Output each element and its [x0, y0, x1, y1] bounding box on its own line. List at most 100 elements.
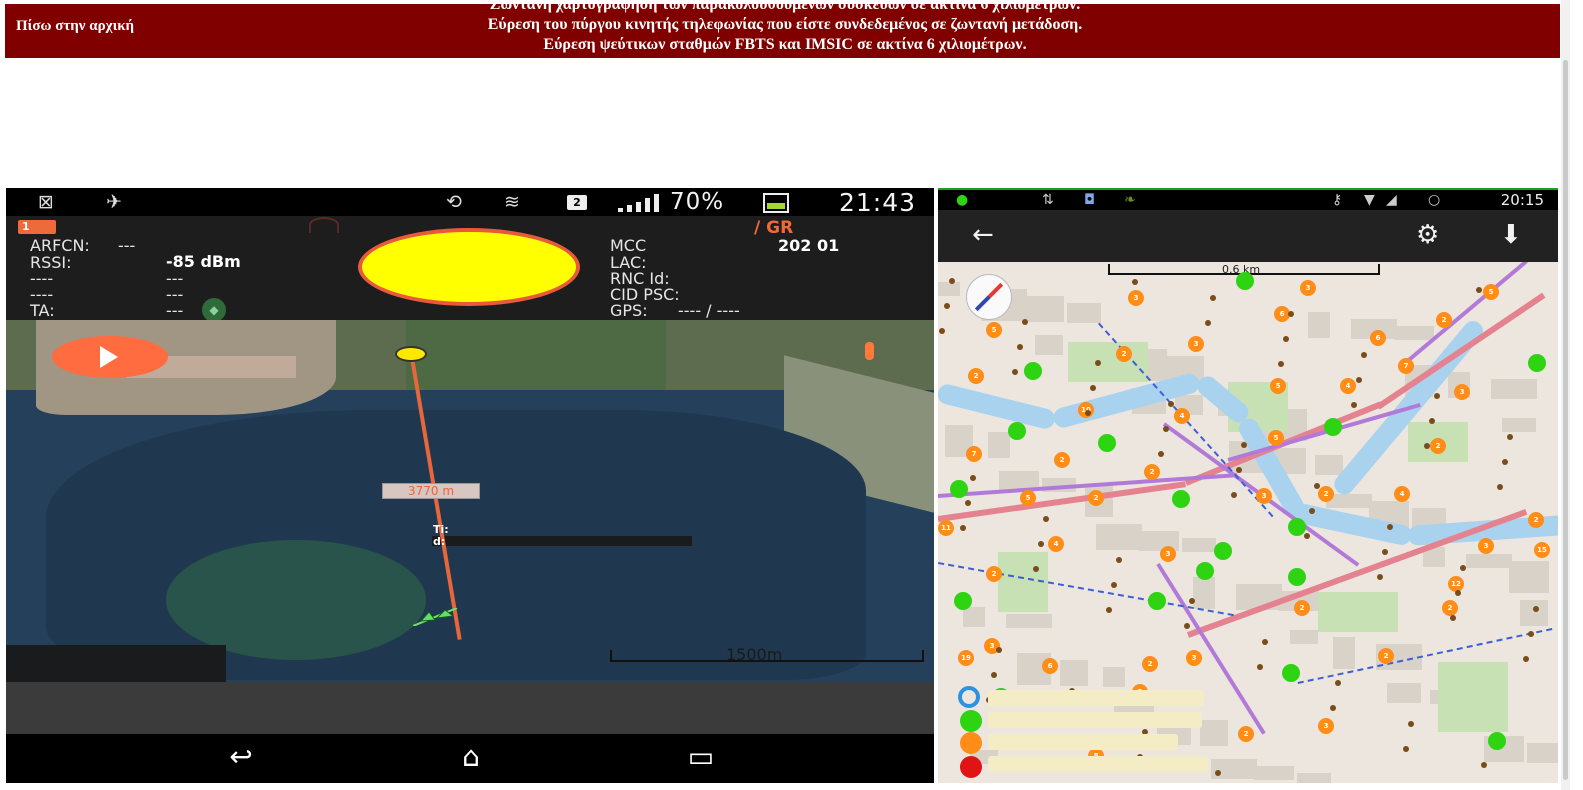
device-cluster-pin[interactable]: 2 — [1294, 600, 1310, 616]
poi-dot — [1408, 721, 1414, 727]
city-block — [1096, 524, 1142, 550]
nav-home-icon[interactable]: ⌂ — [436, 742, 506, 772]
menu-dots-icon[interactable] — [865, 342, 874, 360]
poi-dot — [1111, 582, 1117, 588]
device-cluster-pin[interactable]: 4 — [1048, 536, 1064, 552]
device-cluster-pin[interactable]: 2 — [1142, 656, 1158, 672]
city-map[interactable]: 0.6 km 335562362721045437225224311432523… — [938, 262, 1558, 783]
river-segment — [938, 382, 1057, 431]
device-cluster-pin[interactable]: 2 — [1054, 452, 1070, 468]
poi-dot — [1382, 549, 1388, 555]
device-cluster-pin[interactable]: 5 — [1483, 284, 1499, 300]
device-cluster-pin[interactable]: 2 — [1378, 648, 1394, 664]
device-cluster-pin[interactable]: 3 — [1454, 384, 1470, 400]
play-button[interactable] — [52, 336, 168, 378]
device-cluster-pin[interactable]: 19 — [958, 650, 974, 666]
device-cluster-pin[interactable]: 2 — [1528, 512, 1544, 528]
device-cluster-pin[interactable]: 4 — [1340, 378, 1356, 394]
poi-dot — [1361, 352, 1367, 358]
device-cluster-pin[interactable]: 15 — [1534, 542, 1550, 558]
device-cluster-pin[interactable]: 2 — [1442, 600, 1458, 616]
poi-dot — [1335, 680, 1341, 686]
cell-tower-tracker-screenshot: ⊠ ✈ ⟲ ≋ 2 70% 21:43 1 / GR ARFCN: --- RS… — [6, 188, 934, 783]
device-cluster-pin[interactable]: 3 — [1318, 718, 1334, 734]
settings-gear-icon[interactable]: ⚙ — [1416, 220, 1439, 250]
cell-tower-marker[interactable] — [395, 346, 427, 362]
cell-tower-pin[interactable] — [1282, 664, 1300, 682]
cell-tower-pin[interactable] — [1172, 490, 1190, 508]
poi-dot — [1507, 434, 1513, 440]
poi-dot — [1429, 418, 1435, 424]
cell-tower-pin[interactable] — [1324, 418, 1342, 436]
nav-recents-icon[interactable]: ▭ — [666, 742, 736, 772]
rotate-icon: ⟲ — [446, 191, 462, 213]
poi-dot — [1043, 516, 1049, 522]
legend-red-icon — [960, 756, 982, 778]
city-block — [1527, 743, 1558, 763]
device-cluster-pin[interactable]: 2 — [1318, 486, 1334, 502]
device-cluster-pin[interactable]: 2 — [986, 566, 1002, 582]
device-cluster-pin[interactable]: 2 — [1144, 464, 1160, 480]
device-cluster-pin[interactable]: 5 — [1020, 490, 1036, 506]
device-cluster-pin[interactable]: 2 — [968, 368, 984, 384]
poi-dot — [1106, 607, 1112, 613]
device-cluster-pin[interactable]: 5 — [986, 322, 1002, 338]
back-arrow-icon[interactable]: ← — [972, 220, 994, 250]
device-marker-icon[interactable] — [413, 608, 459, 626]
poi-dot — [965, 500, 971, 506]
cell-tower-pin[interactable] — [1024, 362, 1042, 380]
device-cluster-pin[interactable]: 2 — [1088, 490, 1104, 506]
nav-back-icon[interactable]: ↩ — [206, 742, 276, 772]
device-cluster-pin[interactable]: 3 — [1478, 538, 1494, 554]
city-block — [1466, 554, 1512, 568]
city-block — [938, 282, 960, 296]
city-block — [1290, 630, 1318, 644]
device-cluster-pin[interactable]: 5 — [1270, 378, 1286, 394]
device-cluster-pin[interactable]: 5 — [1268, 430, 1284, 446]
device-cluster-pin[interactable]: 3 — [1128, 290, 1144, 306]
cell-tower-pin[interactable] — [1148, 592, 1166, 610]
gps-label: GPS: — [610, 301, 648, 320]
device-cluster-pin[interactable]: 3 — [1188, 336, 1204, 352]
device-cluster-pin[interactable]: 4 — [1394, 486, 1410, 502]
device-cluster-pin[interactable]: 3 — [1186, 650, 1202, 666]
my-location-icon[interactable] — [958, 686, 980, 708]
device-cluster-pin[interactable]: 6 — [1042, 658, 1058, 674]
wifi-icon: ▼ — [1364, 192, 1375, 208]
cell-tower-pin[interactable] — [1196, 562, 1214, 580]
page-scrollbar-thumb[interactable] — [1563, 60, 1568, 780]
device-cluster-pin[interactable]: 11 — [938, 520, 954, 536]
download-icon[interactable]: ⬇ — [1500, 220, 1522, 250]
cell-tower-pin[interactable] — [1528, 354, 1546, 372]
back-to-home-link[interactable]: Πίσω στην αρχική — [16, 18, 134, 35]
poi-dot — [1262, 639, 1268, 645]
device-cluster-pin[interactable]: 4 — [1174, 408, 1190, 424]
cell-tower-pin[interactable] — [1288, 568, 1306, 586]
cell-tower-pin[interactable] — [1008, 422, 1026, 440]
device-cluster-pin[interactable]: 3 — [1160, 546, 1176, 562]
device-cluster-pin[interactable]: 7 — [966, 446, 982, 462]
cell-icon: ◆ — [202, 298, 226, 322]
poi-dot — [1210, 295, 1216, 301]
compass-icon[interactable] — [966, 274, 1012, 320]
cell-tower-pin[interactable] — [954, 592, 972, 610]
city-block — [1509, 561, 1549, 593]
cell-tower-pin[interactable] — [950, 480, 968, 498]
cell-tower-pin[interactable] — [1236, 272, 1254, 290]
device-cluster-pin[interactable]: 7 — [1398, 358, 1414, 374]
legend-orange-icon — [960, 732, 982, 754]
device-cluster-pin[interactable]: 3 — [1300, 280, 1316, 296]
cell-tower-pin[interactable] — [1488, 732, 1506, 750]
device-cluster-pin[interactable]: 2 — [1436, 312, 1452, 328]
city-block — [1193, 577, 1215, 609]
device-cluster-pin[interactable]: 6 — [1370, 330, 1386, 346]
satellite-map[interactable]: 3770 m Ti: d: 1500m — [6, 320, 934, 682]
device-cluster-pin[interactable]: 2 — [1116, 346, 1132, 362]
device-cluster-pin[interactable]: 3 — [1256, 488, 1272, 504]
device-cluster-pin[interactable]: 2 — [1238, 726, 1254, 742]
poi-dot — [1033, 566, 1039, 572]
device-cluster-pin[interactable]: 2 — [1430, 438, 1446, 454]
cell-tower-pin[interactable] — [1214, 542, 1232, 560]
cell-tower-pin[interactable] — [1098, 434, 1116, 452]
cell-tower-pin[interactable] — [1288, 518, 1306, 536]
